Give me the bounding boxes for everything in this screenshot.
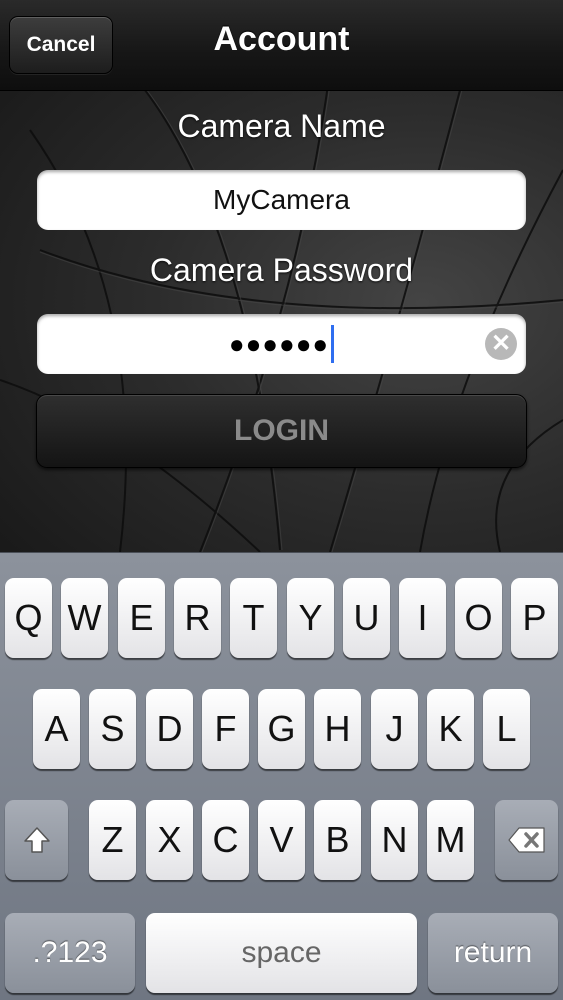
key-l[interactable]: L — [483, 689, 530, 769]
backspace-key[interactable] — [495, 800, 558, 880]
camera-name-field[interactable]: MyCamera — [37, 170, 526, 230]
key-t[interactable]: T — [230, 578, 277, 658]
space-key[interactable]: space — [146, 913, 417, 993]
key-a[interactable]: A — [33, 689, 80, 769]
key-j[interactable]: J — [371, 689, 418, 769]
key-f[interactable]: F — [202, 689, 249, 769]
camera-password-field[interactable]: ●●●●●● ✕ — [37, 314, 526, 374]
key-d[interactable]: D — [146, 689, 193, 769]
camera-password-label: Camera Password — [149, 252, 414, 288]
key-s[interactable]: S — [89, 689, 136, 769]
numbers-key[interactable]: .?123 — [5, 913, 135, 993]
key-u[interactable]: U — [343, 578, 390, 658]
text-cursor — [331, 325, 335, 363]
key-z[interactable]: Z — [89, 800, 136, 880]
login-button[interactable]: LOGIN — [36, 394, 527, 468]
backspace-icon — [507, 827, 545, 853]
key-p[interactable]: P — [511, 578, 558, 658]
shift-key[interactable] — [5, 800, 68, 880]
key-n[interactable]: N — [371, 800, 418, 880]
screen: Cancel Account Camera Name MyCamera Came… — [0, 0, 563, 1000]
key-r[interactable]: R — [174, 578, 221, 658]
key-c[interactable]: C — [202, 800, 249, 880]
key-b[interactable]: B — [314, 800, 361, 880]
key-g[interactable]: G — [258, 689, 305, 769]
key-w[interactable]: W — [61, 578, 108, 658]
key-y[interactable]: Y — [287, 578, 334, 658]
camera-name-value: MyCamera — [213, 184, 350, 215]
camera-name-label: Camera Name — [177, 108, 386, 144]
page-title: Account — [213, 20, 350, 58]
key-k[interactable]: K — [427, 689, 474, 769]
key-i[interactable]: I — [399, 578, 446, 658]
password-dots: ●●●●●● — [228, 328, 330, 359]
key-e[interactable]: E — [118, 578, 165, 658]
key-x[interactable]: X — [146, 800, 193, 880]
return-key[interactable]: return — [428, 913, 558, 993]
password-masked-value: ●●●●●● — [37, 314, 526, 374]
navigation-bar: Cancel Account — [0, 0, 563, 91]
shift-icon — [23, 827, 50, 853]
keyboard: Q W E R T Y U I O P A S D F G H J K L Z … — [0, 552, 563, 1000]
key-v[interactable]: V — [258, 800, 305, 880]
key-h[interactable]: H — [314, 689, 361, 769]
key-o[interactable]: O — [455, 578, 502, 658]
key-m[interactable]: M — [427, 800, 474, 880]
clear-icon[interactable]: ✕ — [485, 328, 517, 360]
key-q[interactable]: Q — [5, 578, 52, 658]
